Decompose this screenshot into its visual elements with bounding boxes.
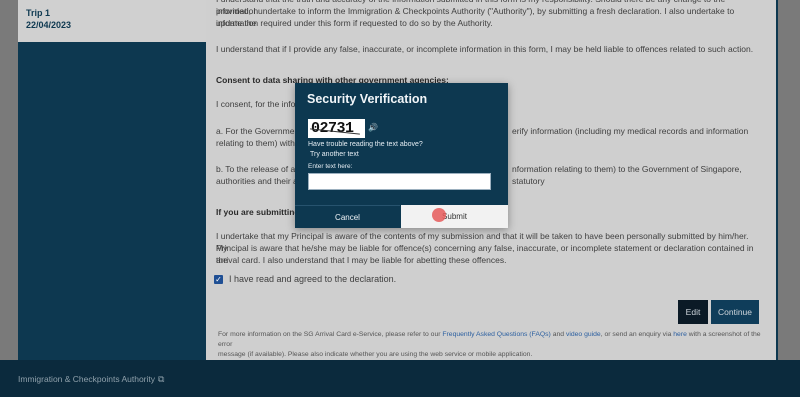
edit-button[interactable]: Edit bbox=[678, 300, 708, 324]
checkbox-checked-icon[interactable]: ✓ bbox=[214, 274, 223, 284]
footer-bar: Immigration & Checkpoints Authority ⧉ bbox=[0, 360, 800, 397]
consent-a-text-end: erify information (including my medical … bbox=[512, 126, 749, 136]
help-info: For more information on the SG Arrival C… bbox=[218, 330, 766, 360]
cancel-button[interactable]: Cancel bbox=[295, 205, 400, 228]
principal-text-3: arrival card. I also understand that I m… bbox=[216, 255, 507, 265]
video-guide-link[interactable]: video guide bbox=[566, 331, 601, 338]
declaration-checkbox-row[interactable]: ✓ I have read and agreed to the declarat… bbox=[214, 274, 396, 284]
enquiry-link[interactable]: here bbox=[673, 331, 687, 338]
help-text-5: message (if available). Please also indi… bbox=[218, 351, 533, 358]
security-verification-dialog: Security Verification 02731 🔊 Have troub… bbox=[295, 83, 508, 228]
authority-name: Immigration & Checkpoints Authority bbox=[18, 374, 156, 384]
try-another-text-link[interactable]: Try another text bbox=[310, 151, 359, 158]
authority-link[interactable]: Immigration & Checkpoints Authority ⧉ bbox=[18, 374, 164, 385]
dialog-title: Security Verification bbox=[307, 92, 428, 106]
continue-button[interactable]: Continue bbox=[711, 300, 759, 324]
help-text-3: , or send an enquiry via bbox=[600, 331, 674, 338]
trip-date: 22/04/2023 bbox=[26, 20, 72, 30]
declaration-liable-text: I understand that if I provide any false… bbox=[216, 44, 754, 54]
captcha-input[interactable] bbox=[308, 173, 491, 190]
submit-button[interactable]: Submit bbox=[401, 205, 508, 228]
declaration-text-3: information required under this form if … bbox=[216, 18, 493, 28]
declaration-checkbox-label: I have read and agreed to the declaratio… bbox=[229, 274, 397, 284]
help-text-2: and bbox=[550, 331, 566, 338]
speaker-icon[interactable]: 🔊 bbox=[368, 123, 378, 132]
captcha-input-label: Enter text here: bbox=[308, 163, 353, 170]
captcha-image: 02731 bbox=[308, 119, 365, 138]
external-link-icon: ⧉ bbox=[158, 374, 165, 384]
sidebar bbox=[18, 0, 206, 360]
trip-label: Trip 1 bbox=[26, 8, 51, 18]
captcha-trouble-text: Have trouble reading the text above? bbox=[308, 141, 423, 148]
click-indicator bbox=[432, 208, 446, 222]
submitting-heading-end: : bbox=[506, 206, 526, 218]
faq-link[interactable]: Frequently Asked Questions (FAQs) bbox=[442, 331, 550, 338]
help-text-1: For more information on the SG Arrival C… bbox=[218, 331, 443, 338]
trip-card[interactable]: Trip 1 22/04/2023 bbox=[18, 0, 206, 42]
